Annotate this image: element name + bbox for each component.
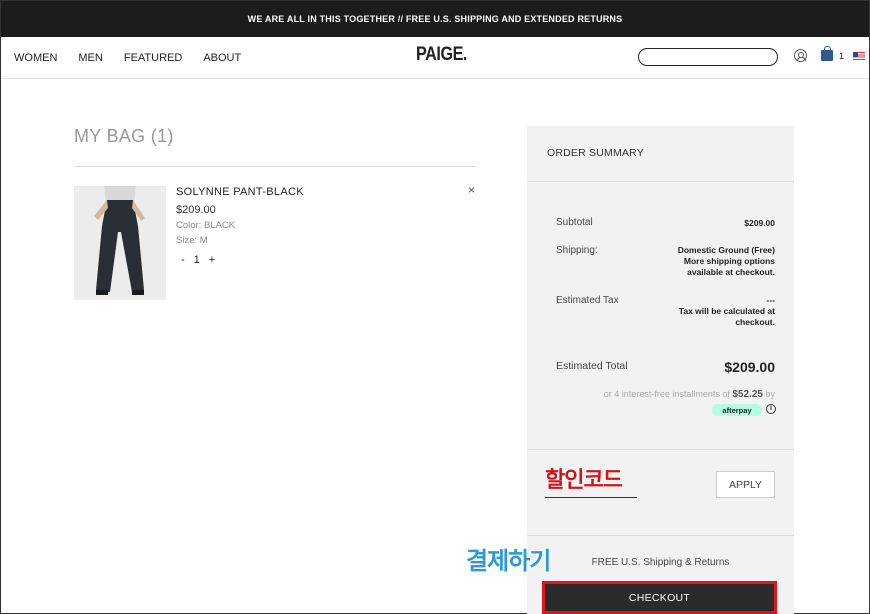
promo-banner: WE ARE ALL IN THIS TOGETHER // FREE U.S.…	[1, 1, 869, 37]
qty-decrease-button[interactable]: -	[181, 254, 185, 266]
quantity-stepper: - 1 +	[181, 254, 215, 266]
shipping-note-line2: available at checkout.	[687, 267, 775, 277]
shipping-note-line1: More shipping options	[683, 256, 775, 266]
checkout-annotation: 결제하기	[466, 547, 551, 575]
product-color: Color: BLACK	[176, 220, 236, 231]
subtotal-label: Subtotal	[556, 217, 593, 228]
tax-value: --- Tax will be calculated at checkout.	[679, 295, 775, 328]
site-header: WOMEN MEN FEATURED ABOUT PAIGE. 1	[1, 37, 869, 79]
divider	[74, 166, 477, 167]
nav-item-about[interactable]: ABOUT	[203, 52, 241, 64]
total-value: $209.00	[724, 359, 775, 375]
subtotal-value: $209.00	[744, 218, 775, 228]
shipping-returns-note: FREE U.S. Shipping & Returns	[591, 557, 730, 568]
page-title: MY BAG (1)	[74, 126, 174, 146]
qty-value: 1	[193, 254, 200, 266]
nav-item-featured[interactable]: FEATURED	[124, 52, 182, 64]
tax-note-line1: Tax will be calculated at	[678, 306, 775, 316]
afterpay-prefix: or 4 interest-free installments of	[603, 389, 730, 399]
info-icon[interactable]: i	[766, 404, 776, 414]
apply-button[interactable]: APPLY	[716, 471, 775, 498]
tax-note-line2: checkout.	[735, 317, 775, 327]
afterpay-suffix: by	[765, 389, 775, 399]
promo-code-annotation: 할인코드	[545, 468, 623, 493]
promo-code-underline	[545, 497, 637, 498]
tax-label: Estimated Tax	[556, 295, 619, 306]
product-price: $209.00	[176, 204, 216, 216]
brand-logo[interactable]: PAIGE.	[416, 44, 467, 66]
afterpay-amount: $52.25	[732, 389, 763, 400]
qty-increase-button[interactable]: +	[209, 254, 215, 266]
nav-item-men[interactable]: MEN	[78, 52, 102, 64]
summary-title: ORDER SUMMARY	[547, 147, 644, 159]
shipping-value: Domestic Ground (Free) More shipping opt…	[678, 245, 775, 278]
checkout-button[interactable]: CHECKOUT	[542, 581, 777, 614]
search-input[interactable]	[639, 51, 777, 67]
shipping-label: Shipping:	[556, 245, 598, 256]
afterpay-message: or 4 interest-free installments of $52.2…	[604, 389, 775, 400]
tax-amount: ---	[766, 295, 776, 305]
shipping-method: Domestic Ground (Free)	[677, 245, 775, 255]
us-flag-icon[interactable]	[853, 52, 865, 60]
shopping-bag-icon[interactable]	[821, 46, 833, 61]
order-summary-panel: ORDER SUMMARY Subtotal $209.00 Shipping:…	[527, 126, 794, 614]
product-name[interactable]: SOLYNNE PANT-BLACK	[176, 186, 304, 198]
divider	[527, 449, 794, 450]
bag-count[interactable]: 1	[839, 51, 844, 61]
nav-item-women[interactable]: WOMEN	[14, 52, 57, 64]
divider	[527, 535, 794, 536]
remove-item-icon[interactable]: ×	[468, 183, 475, 197]
divider	[527, 181, 794, 182]
product-image[interactable]	[74, 186, 166, 300]
product-size: Size: M	[176, 235, 208, 246]
user-icon[interactable]	[794, 49, 807, 62]
search-box[interactable]	[638, 48, 778, 67]
total-label: Estimated Total	[556, 360, 628, 372]
main-nav: WOMEN MEN FEATURED ABOUT	[14, 37, 241, 79]
afterpay-logo[interactable]: afterpay	[712, 404, 762, 416]
